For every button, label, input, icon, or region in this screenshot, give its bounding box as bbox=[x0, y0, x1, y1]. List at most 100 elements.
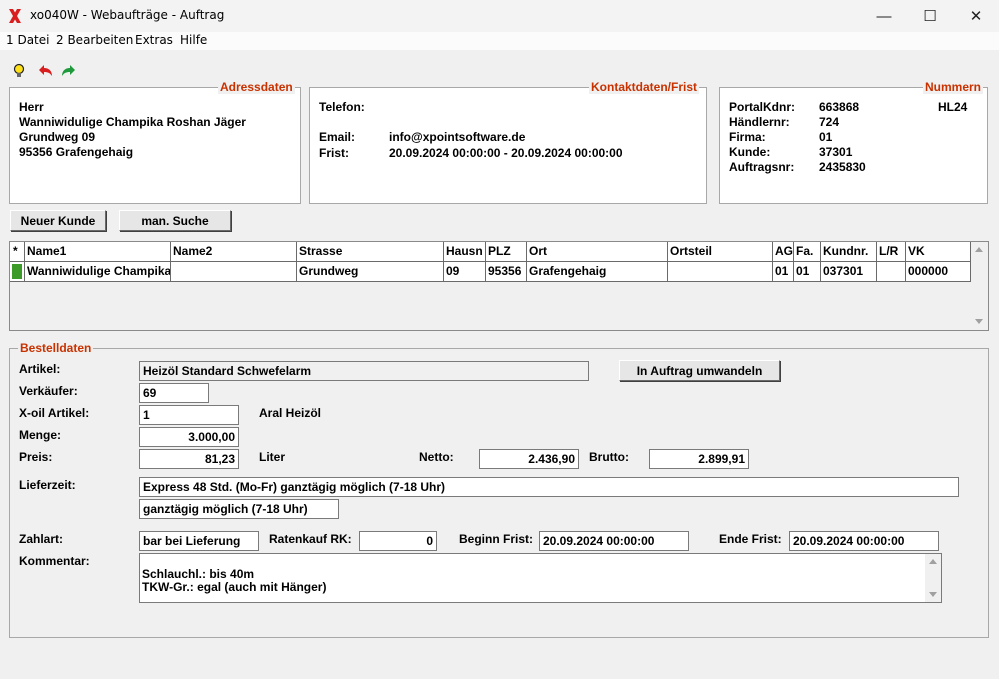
grid-header-hausn[interactable]: Hausn bbox=[444, 242, 486, 262]
lightbulb-icon[interactable] bbox=[12, 63, 26, 79]
menu-hilfe[interactable]: Hilfe bbox=[180, 33, 207, 47]
grid-cell-strasse[interactable]: Grundweg bbox=[297, 262, 444, 282]
menu-extras[interactable]: Extras bbox=[135, 33, 173, 47]
grid-cell-fa[interactable]: 01 bbox=[794, 262, 821, 282]
menu-datei[interactable]: 1 Datei bbox=[6, 33, 49, 47]
in-auftrag-umwandeln-button[interactable]: In Auftrag umwandeln bbox=[619, 360, 780, 381]
xoil-artikel-text: Aral Heizöl bbox=[259, 406, 322, 420]
grid-header-fa[interactable]: Fa. bbox=[794, 242, 821, 262]
grid-cell-plz[interactable]: 95356 bbox=[486, 262, 527, 282]
kommentar-textarea[interactable]: Schlauchl.: bis 40m TKW-Gr.: egal (auch … bbox=[139, 553, 942, 603]
firma-label: Firma: bbox=[729, 130, 766, 144]
neuer-kunde-button[interactable]: Neuer Kunde bbox=[10, 210, 106, 231]
nummern-title: Nummern bbox=[923, 80, 984, 94]
redo-icon[interactable] bbox=[60, 63, 78, 79]
auftragsnr-label: Auftragsnr: bbox=[729, 160, 795, 174]
ratenkauf-field[interactable]: 0 bbox=[359, 531, 437, 551]
nummern-extra: HL24 bbox=[938, 100, 968, 114]
preis-field[interactable]: 81,23 bbox=[139, 449, 239, 469]
grid-header-name2[interactable]: Name2 bbox=[171, 242, 297, 262]
brutto-label: Brutto: bbox=[589, 450, 629, 464]
adressdaten-title: Adressdaten bbox=[218, 80, 295, 94]
selected-row-indicator bbox=[12, 264, 22, 279]
grid-cell-vk[interactable]: 000000 bbox=[906, 262, 971, 282]
grid-row-selector[interactable] bbox=[10, 262, 25, 282]
grid-cell-name2[interactable] bbox=[171, 262, 297, 282]
grid-cell-kundnr[interactable]: 037301 bbox=[821, 262, 877, 282]
address-street: Grundweg 09 bbox=[19, 130, 96, 144]
grid-header-name1[interactable]: Name1 bbox=[25, 242, 171, 262]
netto-field[interactable]: 2.436,90 bbox=[479, 449, 579, 469]
kommentar-scroll-down-icon[interactable] bbox=[929, 592, 937, 597]
grid-header-ortsteil[interactable]: Ortsteil bbox=[668, 242, 773, 262]
menge-field[interactable]: 3.000,00 bbox=[139, 427, 239, 447]
telefon-label: Telefon: bbox=[319, 100, 365, 114]
grid-header-kundnr[interactable]: Kundnr. bbox=[821, 242, 877, 262]
brutto-field[interactable]: 2.899,91 bbox=[649, 449, 749, 469]
address-salutation: Herr bbox=[19, 100, 44, 114]
red-x-icon bbox=[9, 9, 21, 23]
ende-frist-field[interactable]: 20.09.2024 00:00:00 bbox=[789, 531, 939, 551]
grid-scrollbar[interactable] bbox=[972, 242, 988, 330]
scroll-down-icon[interactable] bbox=[975, 319, 983, 324]
kunde-label: Kunde: bbox=[729, 145, 771, 159]
lieferzeit-field[interactable]: Express 48 Std. (Mo-Fr) ganztägig möglic… bbox=[139, 477, 959, 497]
grid-header-ag[interactable]: AG bbox=[773, 242, 794, 262]
kunde-value: 37301 bbox=[819, 145, 853, 159]
menu-bearbeiten[interactable]: 2 Bearbeiten bbox=[56, 33, 133, 47]
nummern-labels: PortalKdnr: Händlernr: Firma: Kunde: Auf… bbox=[729, 100, 795, 175]
portalkdnr-label: PortalKdnr: bbox=[729, 100, 795, 114]
scroll-up-icon[interactable] bbox=[975, 247, 983, 252]
liter-label: Liter bbox=[259, 450, 286, 464]
zahlart-label: Zahlart: bbox=[19, 532, 64, 546]
title-bar: xo040W - Webaufträge - Auftrag — ☐ ✕ bbox=[0, 0, 999, 32]
haendlernr-value: 724 bbox=[819, 115, 840, 129]
grid-cell-ortsteil[interactable] bbox=[668, 262, 773, 282]
grid-header-strasse[interactable]: Strasse bbox=[297, 242, 444, 262]
xoil-artikel-label: X-oil Artikel: bbox=[19, 406, 90, 420]
grid-cell-ag[interactable]: 01 bbox=[773, 262, 794, 282]
man-suche-button[interactable]: man. Suche bbox=[119, 210, 231, 231]
kontakt-title: Kontaktdaten/Frist bbox=[589, 80, 700, 94]
portalkdnr-value: 663868 bbox=[819, 100, 860, 114]
zahlart-field[interactable]: bar bei Lieferung bbox=[139, 531, 259, 551]
email-label: Email: bbox=[319, 130, 356, 144]
grid-cell-hausn[interactable]: 09 bbox=[444, 262, 486, 282]
frist-value: 20.09.2024 00:00:00 - 20.09.2024 00:00:0… bbox=[389, 146, 623, 160]
beginn-frist-label: Beginn Frist: bbox=[459, 532, 533, 546]
ratenkauf-label: Ratenkauf RK: bbox=[269, 532, 352, 546]
grid-cell-ort[interactable]: Grafengehaig bbox=[527, 262, 668, 282]
nummern-values: 663868 724 01 37301 2435830 bbox=[819, 100, 866, 175]
frist-label: Frist: bbox=[319, 146, 349, 160]
menu-bar: 1 Datei 2 Bearbeiten Extras Hilfe bbox=[0, 32, 999, 50]
lieferzeit-label: Lieferzeit: bbox=[19, 478, 76, 492]
menge-label: Menge: bbox=[19, 428, 61, 442]
kommentar-label: Kommentar: bbox=[19, 554, 90, 568]
close-button[interactable]: ✕ bbox=[953, 0, 999, 32]
haendlernr-label: Händlernr: bbox=[729, 115, 790, 129]
grid-header-ort[interactable]: Ort bbox=[527, 242, 668, 262]
grid-cell-lr[interactable] bbox=[877, 262, 906, 282]
grid-header-marker: * bbox=[10, 242, 25, 262]
verkaeufer-label: Verkäufer: bbox=[19, 384, 78, 398]
lieferzeit-detail-field[interactable]: ganztägig möglich (7-18 Uhr) bbox=[139, 499, 339, 519]
artikel-field[interactable]: Heizöl Standard Schwefelarm bbox=[139, 361, 589, 381]
kommentar-line-2: TKW-Gr.: egal (auch mit Hänger) bbox=[142, 580, 327, 594]
window-title: xo040W - Webaufträge - Auftrag bbox=[30, 8, 225, 22]
netto-label: Netto: bbox=[419, 450, 454, 464]
grid-cell-name1[interactable]: Wanniwidulige Champika bbox=[25, 262, 171, 282]
beginn-frist-field[interactable]: 20.09.2024 00:00:00 bbox=[539, 531, 689, 551]
maximize-button[interactable]: ☐ bbox=[907, 0, 953, 32]
minimize-button[interactable]: — bbox=[861, 0, 907, 32]
grid-header-vk[interactable]: VK bbox=[906, 242, 971, 262]
address-name: Wanniwidulige Champika Roshan Jäger bbox=[19, 115, 246, 129]
kommentar-scrollbar[interactable] bbox=[925, 554, 941, 602]
address-city: 95356 Grafengehaig bbox=[19, 145, 134, 159]
grid-header-plz[interactable]: PLZ bbox=[486, 242, 527, 262]
undo-icon[interactable] bbox=[36, 63, 54, 79]
verkaeufer-field[interactable]: 69 bbox=[139, 383, 209, 403]
grid-header-lr[interactable]: L/R bbox=[877, 242, 906, 262]
auftragsnr-value: 2435830 bbox=[819, 160, 866, 174]
xoil-artikel-field[interactable]: 1 bbox=[139, 405, 239, 425]
kommentar-scroll-up-icon[interactable] bbox=[929, 559, 937, 564]
